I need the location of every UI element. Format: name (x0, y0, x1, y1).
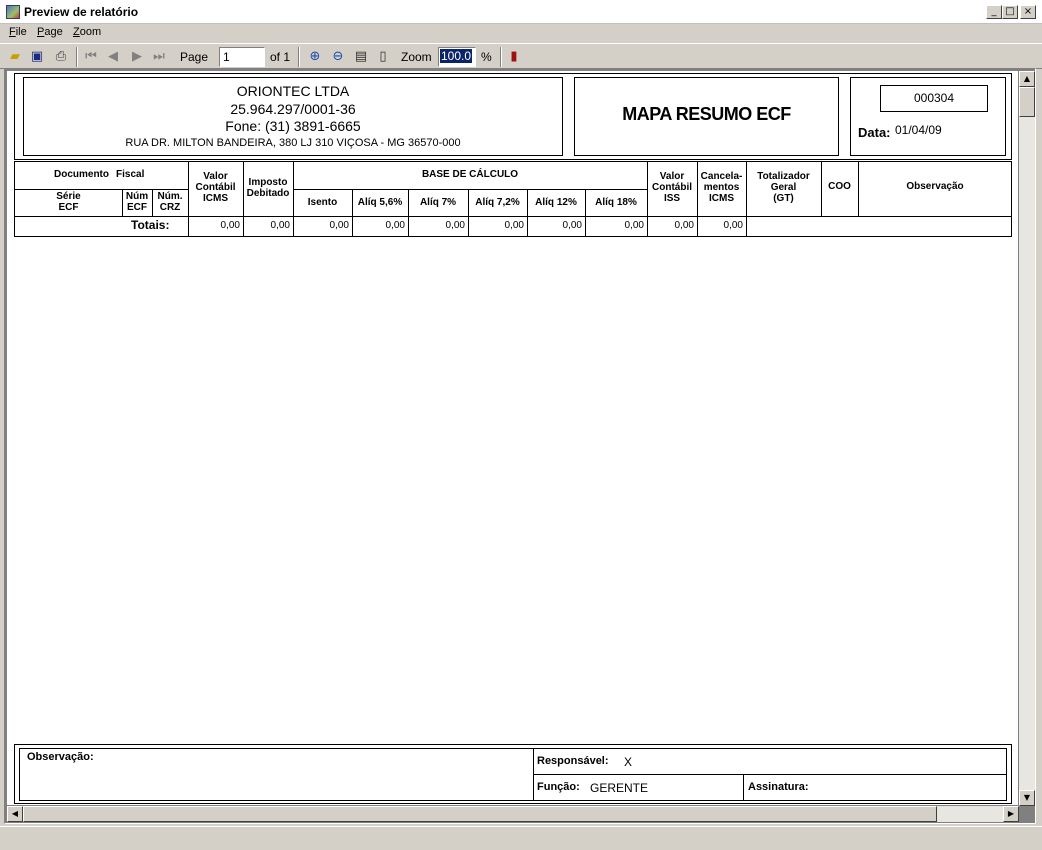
col-aliq-7-2: Alíq 7,2% (475, 197, 520, 208)
zoom-percent: % (481, 50, 492, 64)
col-coo: COO (828, 181, 851, 192)
menu-bar: File Page Zoom (0, 24, 1042, 42)
grid-line (14, 216, 1012, 217)
col-imposto-debitado: Imposto Debitado (246, 177, 290, 199)
menu-zoom[interactable]: Zoom (73, 26, 101, 38)
total-aliq-12: 0,00 (562, 220, 582, 231)
vertical-scroll-thumb[interactable] (1019, 87, 1035, 117)
total-cancelamentos: 0,00 (723, 220, 743, 231)
open-icon[interactable]: ▰ (6, 48, 24, 66)
scroll-up-icon[interactable]: ▲ (1019, 71, 1035, 87)
company-info: ORIONTEC LTDA 25.964.297/0001-36 Fone: (… (23, 77, 563, 156)
grid-line (743, 774, 744, 801)
title-bar: Preview de relatório _ □ × (0, 0, 1042, 24)
scroll-down-icon[interactable]: ▼ (1019, 790, 1035, 806)
col-base-calculo: BASE DE CÁLCULO (421, 169, 519, 180)
zoom-value: 100.0 (440, 49, 473, 63)
horizontal-scrollbar[interactable]: ◀ ▶ (7, 806, 1019, 822)
print-icon[interactable]: ⎙ (52, 48, 70, 66)
col-isento: Isento (307, 197, 338, 208)
col-observacao: Observação (906, 181, 964, 192)
company-name: ORIONTEC LTDA (236, 83, 350, 99)
col-num-crz: Núm. CRZ (157, 191, 183, 213)
col-totalizador: Totalizador Geral (GT) (757, 171, 810, 204)
total-imposto-debitado: 0,00 (270, 220, 290, 231)
status-bar (0, 826, 1042, 850)
toolbar-separator (298, 47, 300, 67)
horizontal-scroll-thumb[interactable] (23, 806, 937, 822)
company-phone: Fone: (31) 3891-6665 (225, 118, 361, 134)
menu-file[interactable]: File (9, 26, 27, 38)
whole-page-icon[interactable]: ▯ (374, 48, 392, 66)
next-page-icon[interactable]: ▶ (128, 48, 146, 66)
col-documento: Documento (54, 169, 109, 180)
footer-observacao-label: Observação: (27, 751, 94, 763)
col-aliq-7: Alíq 7% (419, 197, 457, 208)
grid-line (533, 774, 1007, 775)
col-valor-contabil-icms: Valor Contábil ICMS (195, 171, 236, 204)
funcao-label: Função: (537, 781, 580, 793)
total-valor-contabil-iss: 0,00 (674, 220, 694, 231)
report-number: 000304 (880, 85, 988, 112)
company-cnpj: 25.964.297/0001-36 (230, 101, 356, 117)
page-label: Page (180, 50, 209, 64)
col-aliq-12: Alíq 12% (535, 197, 577, 208)
app-icon (6, 5, 20, 19)
assinatura-label: Assinatura: (748, 781, 809, 793)
total-aliq-5-6: 0,00 (385, 220, 405, 231)
toolbar-separator (500, 47, 502, 67)
menu-page[interactable]: Page (37, 26, 63, 38)
vertical-scrollbar[interactable]: ▲ ▼ (1019, 71, 1035, 806)
zoom-label: Zoom (401, 50, 432, 64)
col-aliq-5-6: Alíq 5,6% (357, 197, 403, 208)
responsavel-value: X (624, 755, 633, 769)
zoom-out-icon[interactable]: ⊖ (329, 48, 347, 66)
company-address: RUA DR. MILTON BANDEIRA, 380 LJ 310 VIÇO… (125, 137, 461, 149)
last-page-icon[interactable]: ⏭ (150, 48, 168, 66)
date-value: 01/04/09 (895, 123, 942, 137)
total-aliq-7-2: 0,00 (504, 220, 524, 231)
total-isento: 0,00 (329, 220, 349, 231)
report-title: MAPA RESUMO ECF (622, 104, 791, 124)
grid-line (293, 189, 648, 190)
toolbar: ▰ ▣ ⎙ ⏮ ◀ ▶ ⏭ Page 1 of 1 ⊕ ⊖ ▤ ▯ Zoom 1… (0, 43, 1042, 69)
first-page-icon[interactable]: ⏮ (82, 48, 100, 66)
zoom-in-icon[interactable]: ⊕ (306, 48, 324, 66)
total-aliq-18: 0,00 (624, 220, 644, 231)
report-page: ORIONTEC LTDA 25.964.297/0001-36 Fone: (… (7, 71, 1018, 805)
total-valor-contabil-icms: 0,00 (220, 220, 240, 231)
close-button[interactable]: × (1020, 5, 1036, 19)
zoom-input[interactable]: 100.0 (438, 47, 476, 67)
report-viewer: ORIONTEC LTDA 25.964.297/0001-36 Fone: (… (4, 68, 1036, 824)
scroll-right-icon[interactable]: ▶ (1003, 806, 1019, 822)
responsavel-label: Responsável: (537, 755, 609, 767)
save-icon[interactable]: ▣ (28, 48, 46, 66)
exit-icon[interactable]: ▮ (505, 48, 523, 66)
maximize-button[interactable]: □ (1002, 5, 1018, 19)
prev-page-icon[interactable]: ◀ (104, 48, 122, 66)
col-valor-contabil-iss: Valor Contábil ISS (652, 171, 692, 204)
col-serie-ecf: Série ECF (56, 191, 81, 213)
date-label: Data: (858, 125, 891, 140)
col-cancelamentos: Cancela- mentos ICMS (700, 171, 743, 204)
grid-line (14, 189, 189, 190)
page-number-input[interactable]: 1 (219, 47, 265, 67)
toolbar-separator (76, 47, 78, 67)
col-aliq-18: Alíq 18% (595, 197, 637, 208)
page-width-icon[interactable]: ▤ (352, 48, 370, 66)
totals-label: Totais: (131, 218, 170, 232)
total-aliq-7: 0,00 (445, 220, 465, 231)
page-count: of 1 (270, 50, 291, 64)
window-title: Preview de relatório (24, 5, 139, 19)
minimize-button[interactable]: _ (986, 5, 1002, 19)
col-num-ecf: Núm ECF (125, 191, 149, 213)
scroll-left-icon[interactable]: ◀ (7, 806, 23, 822)
col-fiscal: Fiscal (116, 169, 145, 180)
funcao-value: GERENTE (590, 781, 649, 795)
